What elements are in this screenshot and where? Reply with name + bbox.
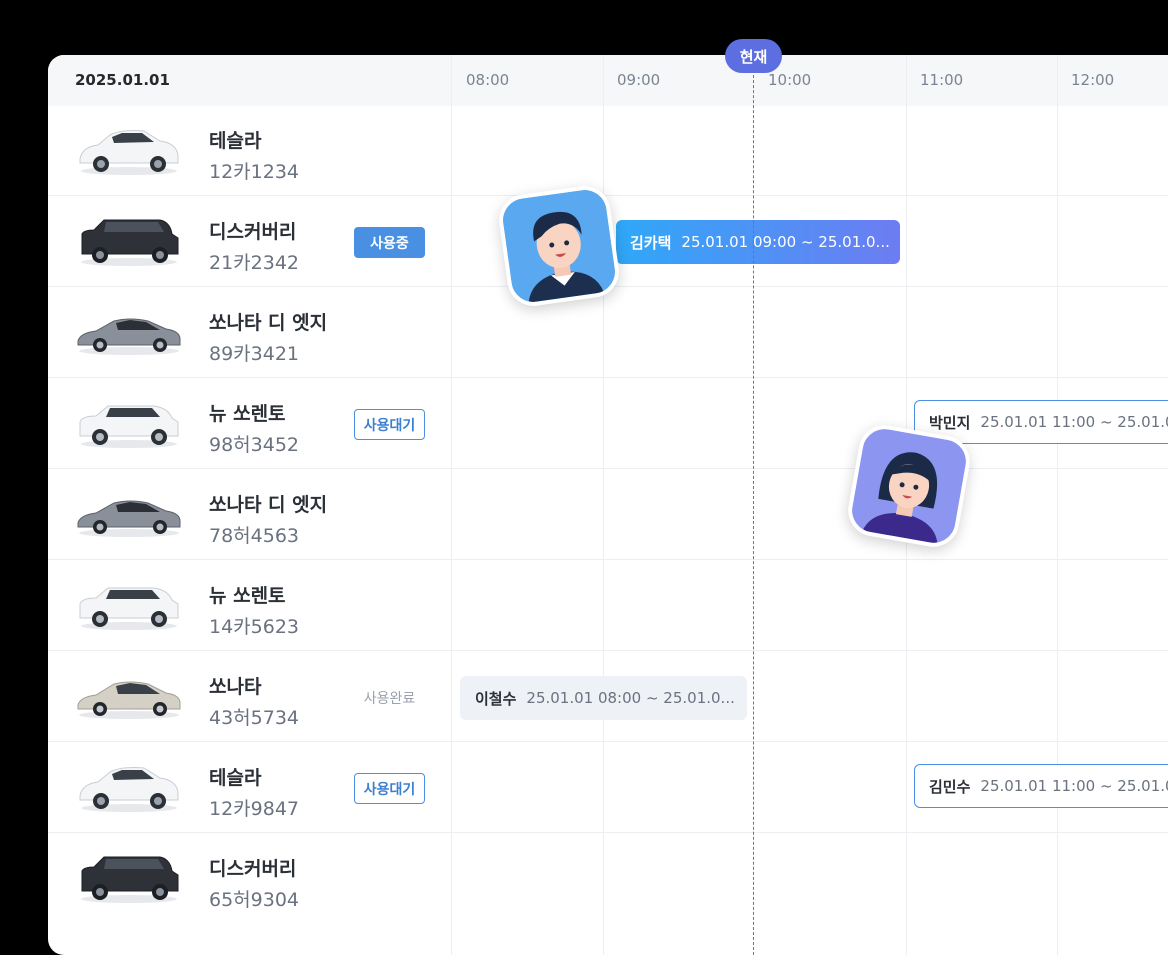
vehicle-plate: 12카1234 xyxy=(209,161,300,183)
car-image-white-suv xyxy=(74,576,184,634)
booking-person: 박민지 xyxy=(929,413,971,432)
vehicle-name: 테슬라 xyxy=(209,767,262,789)
booking-period: 25.01.01 09:00 ~ 25.01.0... xyxy=(681,233,890,251)
hour-label-1000: 10:00 xyxy=(768,71,812,89)
hour-label-0900: 09:00 xyxy=(617,71,661,89)
status-badge-standby: 사용대기 xyxy=(354,773,425,804)
timeline-header: 2025.01.01 08:00 09:00 10:00 11:00 12:00 xyxy=(48,55,1168,106)
vehicle-plate: 12카9847 xyxy=(209,798,300,820)
booking-person: 김민수 xyxy=(929,777,971,796)
vehicle-plate: 98허3452 xyxy=(209,434,300,456)
vehicle-name: 쏘나타 디 엣지 xyxy=(209,494,328,516)
status-badge-standby: 사용대기 xyxy=(354,409,425,440)
booking-person: 이철수 xyxy=(475,689,517,708)
booking-person: 김카택 xyxy=(630,233,672,252)
grid-line xyxy=(1057,55,1058,955)
car-image-silver-sedan xyxy=(74,667,184,725)
hour-label-1200: 12:00 xyxy=(1071,71,1115,89)
hour-label-0800: 08:00 xyxy=(466,71,510,89)
booking-bar-standby[interactable]: 김민수 25.01.01 11:00 ~ 25.01.01 xyxy=(914,764,1168,808)
vehicle-row[interactable]: 뉴 쏘렌토 14카5623 xyxy=(48,560,451,651)
current-time-marker: 현재 xyxy=(725,39,782,73)
vehicle-plate: 78허4563 xyxy=(209,525,300,547)
reservation-timeline: 2025.01.01 08:00 09:00 10:00 11:00 12:00… xyxy=(48,55,1168,955)
hour-label-1100: 11:00 xyxy=(920,71,964,89)
car-image-white-suv xyxy=(74,121,184,179)
vehicle-name: 뉴 쏘렌토 xyxy=(209,585,286,607)
grid-line xyxy=(603,55,604,955)
vehicle-plate: 14카5623 xyxy=(209,616,300,638)
current-time-line xyxy=(753,55,754,955)
vehicle-name: 쏘나타 디 엣지 xyxy=(209,312,328,334)
vehicle-row[interactable]: 쏘나타 43허5734 사용완료 xyxy=(48,651,451,742)
avatar-male xyxy=(495,182,623,310)
car-image-white-suv xyxy=(74,758,184,816)
vehicle-plate: 43허5734 xyxy=(209,707,300,729)
vehicle-row[interactable]: 쏘나타 디 엣지 89카3421 xyxy=(48,287,451,378)
car-image-white-suv xyxy=(74,394,184,452)
booking-period: 25.01.01 11:00 ~ 25.01.01 xyxy=(980,413,1168,431)
date-label: 2025.01.01 xyxy=(75,71,170,89)
booking-bar-done[interactable]: 이철수 25.01.01 08:00 ~ 25.01.0... xyxy=(460,676,747,720)
status-badge-in-use: 사용중 xyxy=(354,227,425,258)
vehicle-row[interactable]: 쏘나타 디 엣지 78허4563 xyxy=(48,469,451,560)
vehicle-row[interactable]: 디스커버리 21카2342 사용중 xyxy=(48,196,451,287)
vehicle-name: 디스커버리 xyxy=(209,858,297,880)
vehicle-plate: 65허9304 xyxy=(209,889,300,911)
vehicle-name: 테슬라 xyxy=(209,130,262,152)
avatar-female xyxy=(844,421,974,551)
booking-period: 25.01.01 11:00 ~ 25.01.01 xyxy=(980,777,1168,795)
vehicle-plate: 89카3421 xyxy=(209,343,300,365)
vehicle-name: 디스커버리 xyxy=(209,221,297,243)
car-image-black-suv xyxy=(74,849,184,907)
vehicle-plate: 21카2342 xyxy=(209,252,300,274)
status-badge-done: 사용완료 xyxy=(363,690,416,707)
vehicle-name: 뉴 쏘렌토 xyxy=(209,403,286,425)
grid-divider xyxy=(451,55,452,955)
vehicle-row[interactable]: 테슬라 12카1234 xyxy=(48,105,451,196)
vehicle-row[interactable]: 뉴 쏘렌토 98허3452 사용대기 xyxy=(48,378,451,469)
vehicle-row[interactable]: 디스커버리 65허9304 xyxy=(48,833,451,924)
vehicle-row[interactable]: 테슬라 12카9847 사용대기 xyxy=(48,742,451,833)
booking-period: 25.01.01 08:00 ~ 25.01.0... xyxy=(526,689,735,707)
car-image-gray-sedan xyxy=(74,485,184,543)
vehicle-name: 쏘나타 xyxy=(209,676,262,698)
car-image-gray-sedan xyxy=(74,303,184,361)
car-image-black-suv xyxy=(74,212,184,270)
booking-bar-active[interactable]: 김카택 25.01.01 09:00 ~ 25.01.0... xyxy=(616,220,900,264)
